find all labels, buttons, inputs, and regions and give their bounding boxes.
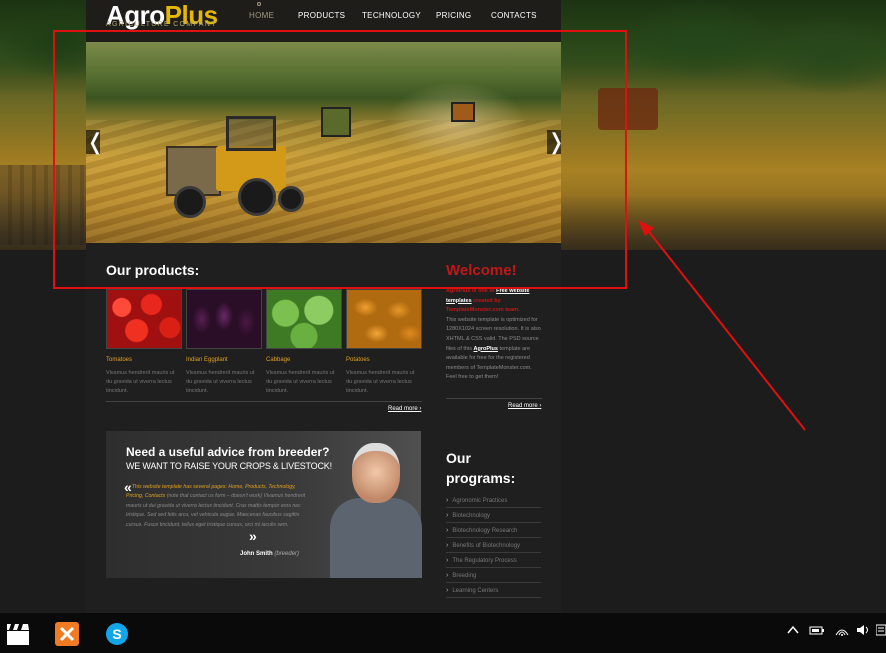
product-image-eggplant[interactable] xyxy=(186,289,262,349)
products-read-more-link[interactable]: Read more › xyxy=(388,406,421,412)
program-label: Biotechnology xyxy=(452,513,491,519)
product-image-potatoes[interactable] xyxy=(346,289,422,349)
program-label: Learning Centers xyxy=(452,588,499,594)
programs-heading: Our programs: xyxy=(446,448,515,488)
author-name: John Smith xyxy=(240,551,273,557)
product-description: Vivamus hendrerit mauris ut du gravida u… xyxy=(266,370,335,394)
welcome-text: AgroPlus is one of Free website template… xyxy=(446,287,544,383)
program-label: Biotechnology Research xyxy=(452,528,518,534)
programs-title-line1: Our xyxy=(446,450,471,466)
battery-icon[interactable] xyxy=(809,624,825,639)
product-name[interactable]: Potatoes xyxy=(346,357,370,363)
program-item[interactable]: › Agronomic Practices xyxy=(446,493,541,508)
chevron-right-icon: › xyxy=(446,497,449,504)
programs-title-line2: programs: xyxy=(446,470,516,486)
welcome-read-more-link[interactable]: Read more › xyxy=(508,403,541,409)
chevron-right-icon: › xyxy=(446,587,449,594)
program-label: Breeding xyxy=(452,573,477,579)
nav-home[interactable]: HOME xyxy=(249,11,274,20)
nav-contacts[interactable]: CONTACTS xyxy=(491,11,537,20)
xampp-icon[interactable] xyxy=(55,622,79,646)
wifi-icon[interactable] xyxy=(835,624,849,639)
program-label: Benefits of Biotechnology xyxy=(452,543,521,549)
read-more-label: Read more xyxy=(508,403,538,409)
chevron-right-icon: › xyxy=(446,542,449,549)
product-card-potatoes[interactable]: Potatoes Vivamus hendrerit mauris ut du … xyxy=(346,289,422,394)
product-description: Vivamus hendrerit mauris ut du gravida u… xyxy=(346,370,415,394)
nav-pricing[interactable]: PRICING xyxy=(436,11,471,20)
chevron-right-icon: › xyxy=(419,406,422,412)
chevron-right-icon: › xyxy=(539,403,542,409)
read-more-label: Read more xyxy=(388,406,418,412)
products-divider xyxy=(106,401,422,402)
program-item[interactable]: › Benefits of Biotechnology xyxy=(446,538,541,553)
welcome-divider xyxy=(446,398,542,399)
taskbar xyxy=(0,613,886,653)
logo-tagline: AGRICULTURE COMPANY xyxy=(106,21,218,28)
chevron-right-icon: › xyxy=(446,557,449,564)
product-card-eggplant[interactable]: Indian Eggplant Vivamus hendrerit mauris… xyxy=(186,289,262,394)
program-item[interactable]: › Breeding xyxy=(446,568,541,583)
agroplus-link[interactable]: AgroPlus xyxy=(474,346,498,352)
close-quote-icon: » xyxy=(249,528,257,544)
annotation-highlight-box xyxy=(53,30,627,289)
advice-subheading: WE WANT TO RAISE YOUR CROPS & LIVESTOCK! xyxy=(126,461,332,471)
volume-icon[interactable] xyxy=(856,624,872,639)
breeder-head xyxy=(352,443,400,503)
product-image-tomatoes[interactable] xyxy=(106,289,182,349)
program-item[interactable]: › Biotechnology Research xyxy=(446,523,541,538)
product-name[interactable]: Tomatoes xyxy=(106,357,132,363)
nav-products[interactable]: PRODUCTS xyxy=(298,11,345,20)
program-label: The Regulatory Process xyxy=(452,558,517,564)
advice-author: John Smith (breeder) xyxy=(240,551,299,557)
svg-text:S: S xyxy=(112,626,121,642)
show-hidden-icons-chevron-up-icon[interactable] xyxy=(787,624,799,639)
breeder-photo xyxy=(330,443,422,578)
program-item[interactable]: › Biotechnology xyxy=(446,508,541,523)
program-item[interactable]: › Learning Centers xyxy=(446,583,541,598)
product-description: Vivamus hendrerit mauris ut du gravida u… xyxy=(106,370,175,394)
product-card-cabbage[interactable]: Cabbage Vivamus hendrerit mauris ut du g… xyxy=(266,289,342,394)
skype-icon[interactable]: S xyxy=(105,622,129,646)
notification-icon[interactable] xyxy=(875,624,886,639)
product-image-cabbage[interactable] xyxy=(266,289,342,349)
breeder-torso xyxy=(330,498,422,578)
program-item[interactable]: › The Regulatory Process xyxy=(446,553,541,568)
product-description: Vivamus hendrerit mauris ut du gravida u… xyxy=(186,370,255,394)
author-role: (breeder) xyxy=(274,551,300,557)
product-name[interactable]: Cabbage xyxy=(266,357,290,363)
clapperboard-icon[interactable] xyxy=(6,622,30,646)
chevron-right-icon: › xyxy=(446,572,449,579)
nav-active-indicator-icon xyxy=(257,2,261,6)
product-card-tomatoes[interactable]: Tomatoes Vivamus hendrerit mauris ut du … xyxy=(106,289,182,394)
advice-heading: Need a useful advice from breeder? xyxy=(126,445,330,459)
chevron-right-icon: › xyxy=(446,512,449,519)
program-label: Agronomic Practices xyxy=(452,498,508,504)
product-name[interactable]: Indian Eggplant xyxy=(186,357,228,363)
advice-banner: Need a useful advice from breeder? WE WA… xyxy=(106,431,422,578)
chevron-right-icon: › xyxy=(446,527,449,534)
nav-technology[interactable]: TECHNOLOGY xyxy=(362,11,421,20)
advice-quote-text: This website template has several pages:… xyxy=(126,483,311,530)
